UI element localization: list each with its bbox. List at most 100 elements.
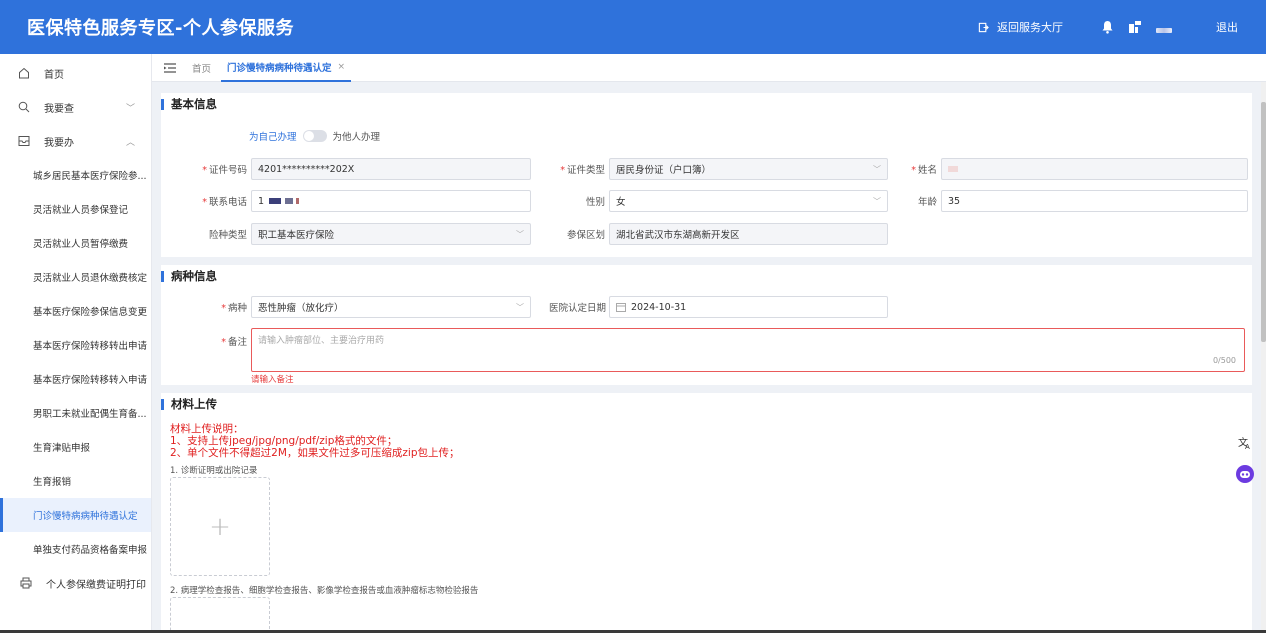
- sidebar-subitem[interactable]: 城乡居民基本医疗保险参...: [0, 158, 151, 192]
- sidebar-subitem[interactable]: 基本医疗保险转移转入申请: [0, 362, 151, 396]
- disease-select[interactable]: 恶性肿瘤（放化疗） ﹀: [251, 296, 531, 318]
- menu-fold-icon[interactable]: [164, 62, 176, 73]
- upload-title: 材料上传: [161, 393, 1252, 415]
- disease-info-title: 病种信息: [161, 265, 1252, 287]
- phone-row: * 联系电话 1: [161, 190, 531, 212]
- age-row: 年龄 35: [901, 190, 1248, 212]
- id-type-row: * 证件类型 居民身份证（户口簿） ﹀: [549, 158, 888, 180]
- tab-home[interactable]: 首页: [192, 61, 211, 75]
- id-type-select[interactable]: 居民身份证（户口簿） ﹀: [609, 158, 888, 180]
- id-number-value: 4201**********202X: [258, 163, 355, 175]
- sidebar-subitem[interactable]: 基本医疗保险参保信息变更: [0, 294, 151, 328]
- sidebar-subitem[interactable]: 生育津贴申报: [0, 430, 151, 464]
- search-icon: [18, 101, 32, 113]
- age-label: 年龄: [917, 197, 937, 208]
- handler-switch[interactable]: [302, 130, 327, 142]
- remark-char-count: 0/500: [1212, 356, 1236, 365]
- sidebar-subitem[interactable]: 基本医疗保险转移转出申请: [0, 328, 151, 362]
- user-icon[interactable]: [1128, 20, 1142, 34]
- id-type-label: 证件类型: [566, 165, 605, 176]
- upload-box-2[interactable]: [170, 597, 270, 633]
- id-number-label: 证件号码: [208, 165, 247, 176]
- sidebar-subitem[interactable]: 灵活就业人员暂停缴费: [0, 226, 151, 260]
- close-icon[interactable]: ×: [338, 62, 346, 72]
- disease-value: 恶性肿瘤（放化疗）: [258, 303, 344, 314]
- sidebar-item-label: 个人参保缴费证明打印: [46, 579, 146, 591]
- back-to-hall-button[interactable]: 返回服务大厅: [978, 19, 1063, 35]
- basic-info-title: 基本信息: [161, 93, 1252, 115]
- tab-active[interactable]: 门诊慢特病病种待遇认定 ×: [221, 54, 352, 82]
- phone-value: 1: [258, 195, 265, 207]
- remark-placeholder: 请输入肿瘤部位、主要治疗用药: [258, 336, 385, 346]
- id-number-row: * 证件号码 4201**********202X: [161, 158, 531, 180]
- upload-item-2-label: 2. 病理学检查报告、细胞学检查报告、影像学检查报告或血液肿瘤标志物检验报告: [170, 586, 479, 596]
- sidebar-subitem[interactable]: 男职工未就业配偶生育备...: [0, 396, 151, 430]
- age-value: 35: [948, 195, 961, 207]
- tab-bar: 首页 门诊慢特病病种待遇认定 ×: [152, 54, 1266, 82]
- gender-row: 性别 女 ﹀: [549, 190, 888, 212]
- sidebar-item-home[interactable]: 首页: [0, 56, 151, 90]
- insurance-type-label: 险种类型: [208, 230, 247, 241]
- region-label: 参保区划: [566, 230, 605, 241]
- sidebar-submenu: 城乡居民基本医疗保险参... 灵活就业人员参保登记 灵活就业人员暂停缴费 灵活就业人员…: [0, 158, 151, 566]
- inbox-icon: [18, 135, 32, 147]
- sidebar-subitem[interactable]: 灵活就业人员参保登记: [0, 192, 151, 226]
- gender-value: 女: [616, 197, 626, 208]
- home-icon: [18, 67, 32, 79]
- sidebar-subitem[interactable]: 门诊慢特病病种待遇认定: [0, 498, 151, 532]
- chevron-down-icon: ﹀: [873, 164, 881, 174]
- remark-textarea[interactable]: 请输入肿瘤部位、主要治疗用药 0/500: [251, 328, 1245, 372]
- insurance-type-select[interactable]: 职工基本医疗保险 ﹀: [251, 223, 531, 245]
- chevron-down-icon: ﹀: [873, 196, 881, 206]
- back-to-hall-label: 返回服务大厅: [997, 21, 1063, 34]
- age-field[interactable]: 35: [941, 190, 1248, 212]
- app-title: 医保特色服务专区-个人参保服务: [27, 18, 294, 39]
- tab-active-label: 门诊慢特病病种待遇认定: [227, 62, 332, 74]
- upload-item-1-label: 1. 诊断证明或出院记录: [170, 466, 258, 476]
- name-label: 姓名: [917, 165, 937, 176]
- upload-box-1[interactable]: +: [170, 477, 270, 576]
- sidebar-subitem[interactable]: 单独支付药品资格备案申报: [0, 532, 151, 566]
- sidebar-item-label: 我要办: [44, 137, 74, 149]
- upload-card: 材料上传 材料上传说明： 1、支持上传jpeg/jpg/png/pdf/zip格…: [161, 393, 1252, 633]
- sidebar-item-print[interactable]: 个人参保缴费证明打印: [0, 566, 151, 600]
- id-number-field[interactable]: 4201**********202X: [251, 158, 531, 180]
- region-field[interactable]: 湖北省武汉市东湖高新开发区: [609, 223, 888, 245]
- gender-select[interactable]: 女 ﹀: [609, 190, 888, 212]
- top-header: 医保特色服务专区-个人参保服务 返回服务大厅 退出: [0, 0, 1266, 54]
- printer-icon: [20, 577, 34, 589]
- scrollbar-thumb[interactable]: [1261, 102, 1266, 342]
- region-row: 参保区划 湖北省武汉市东湖高新开发区: [549, 223, 888, 245]
- page-scrollbar[interactable]: [1261, 82, 1266, 633]
- disease-label: 病种: [227, 303, 247, 314]
- chevron-down-icon: ﹀: [516, 302, 524, 312]
- for-self-label[interactable]: 为自己办理: [249, 129, 297, 143]
- basic-info-card: 基本信息 为自己办理 为他人办理 * 证件号码 4201**********202…: [161, 93, 1252, 257]
- date-row: 医院认定日期 2024-10-31: [549, 296, 888, 318]
- sidebar-item-handle[interactable]: 我要办 ︿: [0, 124, 151, 158]
- phone-field[interactable]: 1: [251, 190, 531, 212]
- name-row: * 姓名: [901, 158, 1248, 180]
- sidebar-subitem[interactable]: 生育报销: [0, 464, 151, 498]
- avatar[interactable]: [1156, 27, 1172, 33]
- assistant-icon[interactable]: [1234, 463, 1256, 485]
- sidebar-item-label: 我要查: [44, 103, 74, 115]
- insurance-type-row: 险种类型 职工基本医疗保险 ﹀: [161, 223, 531, 245]
- date-label: 医院认定日期: [549, 303, 607, 314]
- translate-icon[interactable]: 文A: [1234, 432, 1256, 454]
- for-other-label[interactable]: 为他人办理: [333, 129, 381, 143]
- plus-icon: +: [209, 511, 231, 542]
- name-field[interactable]: [941, 158, 1248, 180]
- date-picker[interactable]: 2024-10-31: [609, 296, 888, 318]
- main-content: 基本信息 为自己办理 为他人办理 * 证件号码 4201**********202…: [161, 93, 1252, 633]
- svg-text:A: A: [1245, 443, 1250, 450]
- remark-error: 请输入备注: [251, 375, 294, 385]
- gender-label: 性别: [585, 197, 605, 208]
- logout-button[interactable]: 退出: [1216, 19, 1238, 35]
- sidebar-subitem[interactable]: 灵活就业人员退休缴费核定: [0, 260, 151, 294]
- exit-icon: [978, 22, 989, 32]
- sidebar-item-query[interactable]: 我要查 ﹀: [0, 90, 151, 124]
- handler-toggle: 为自己办理 为他人办理: [249, 129, 380, 143]
- bell-icon[interactable]: [1101, 20, 1114, 34]
- disease-row: * 病种 恶性肿瘤（放化疗） ﹀: [161, 296, 531, 318]
